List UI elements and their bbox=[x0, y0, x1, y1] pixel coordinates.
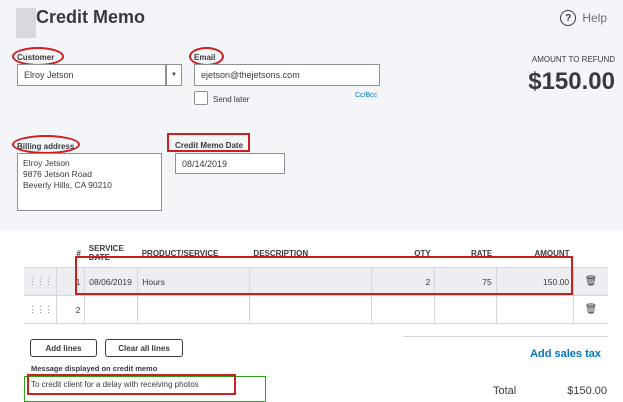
qty-cell[interactable] bbox=[371, 295, 436, 324]
drag-header bbox=[24, 239, 57, 268]
page-title: Credit Memo bbox=[36, 7, 146, 27]
service-date-cell[interactable] bbox=[84, 295, 139, 324]
line-item-highlight bbox=[75, 256, 573, 295]
credit-memo-date-label-highlight bbox=[167, 133, 250, 152]
row-number: 2 bbox=[56, 295, 86, 324]
total-value: $150.00 bbox=[567, 385, 607, 397]
amount-cell[interactable] bbox=[496, 295, 575, 324]
help-button[interactable]: ? Help bbox=[560, 10, 607, 26]
billing-address-line: 9876 Jetson Road bbox=[23, 169, 92, 179]
message-label: Message displayed on credit memo bbox=[31, 364, 158, 373]
description-cell[interactable] bbox=[249, 295, 373, 324]
amount-to-refund-value: $150.00 bbox=[528, 68, 615, 95]
billing-address-line: Beverly Hills, CA 90210 bbox=[23, 180, 112, 190]
credit-memo-date-field[interactable]: 08/14/2019 bbox=[175, 153, 285, 174]
send-later-checkbox[interactable] bbox=[194, 91, 208, 105]
drag-handle-icon[interactable]: ⋮⋮⋮ bbox=[24, 295, 57, 324]
help-label: Help bbox=[582, 11, 607, 25]
add-sales-tax-link[interactable]: Add sales tax bbox=[530, 348, 601, 360]
chevron-down-icon[interactable]: ▼ bbox=[166, 64, 182, 86]
clear-all-lines-button[interactable]: Clear all lines bbox=[105, 339, 183, 357]
billing-address-label-highlight bbox=[12, 135, 80, 154]
trash-icon[interactable]: 🗑 bbox=[573, 267, 608, 296]
send-later-label: Send later bbox=[213, 95, 250, 104]
table-row[interactable]: ⋮⋮⋮ 2 🗑 bbox=[24, 295, 608, 324]
email-field[interactable]: ejetson@thejetsons.com bbox=[194, 64, 380, 86]
message-highlight bbox=[27, 374, 236, 395]
trash-icon[interactable]: 🗑 bbox=[573, 295, 608, 324]
page-logo-block bbox=[16, 8, 36, 38]
add-lines-button[interactable]: Add lines bbox=[30, 339, 97, 357]
totals-divider bbox=[403, 336, 608, 337]
customer-field[interactable]: Elroy Jetson bbox=[17, 64, 166, 86]
help-icon: ? bbox=[560, 10, 577, 26]
billing-address-line: Elroy Jetson bbox=[23, 158, 70, 168]
rate-cell[interactable] bbox=[434, 295, 497, 324]
amount-to-refund-label: AMOUNT TO REFUND bbox=[531, 55, 615, 64]
product-cell[interactable] bbox=[137, 295, 250, 324]
billing-address-field[interactable]: Elroy Jetson 9876 Jetson Road Beverly Hi… bbox=[17, 153, 162, 211]
delete-header bbox=[573, 239, 608, 268]
cc-bcc-link[interactable]: Cc/Bcc bbox=[355, 92, 377, 99]
total-label: Total bbox=[493, 385, 517, 397]
drag-handle-icon[interactable]: ⋮⋮⋮ bbox=[24, 267, 57, 296]
